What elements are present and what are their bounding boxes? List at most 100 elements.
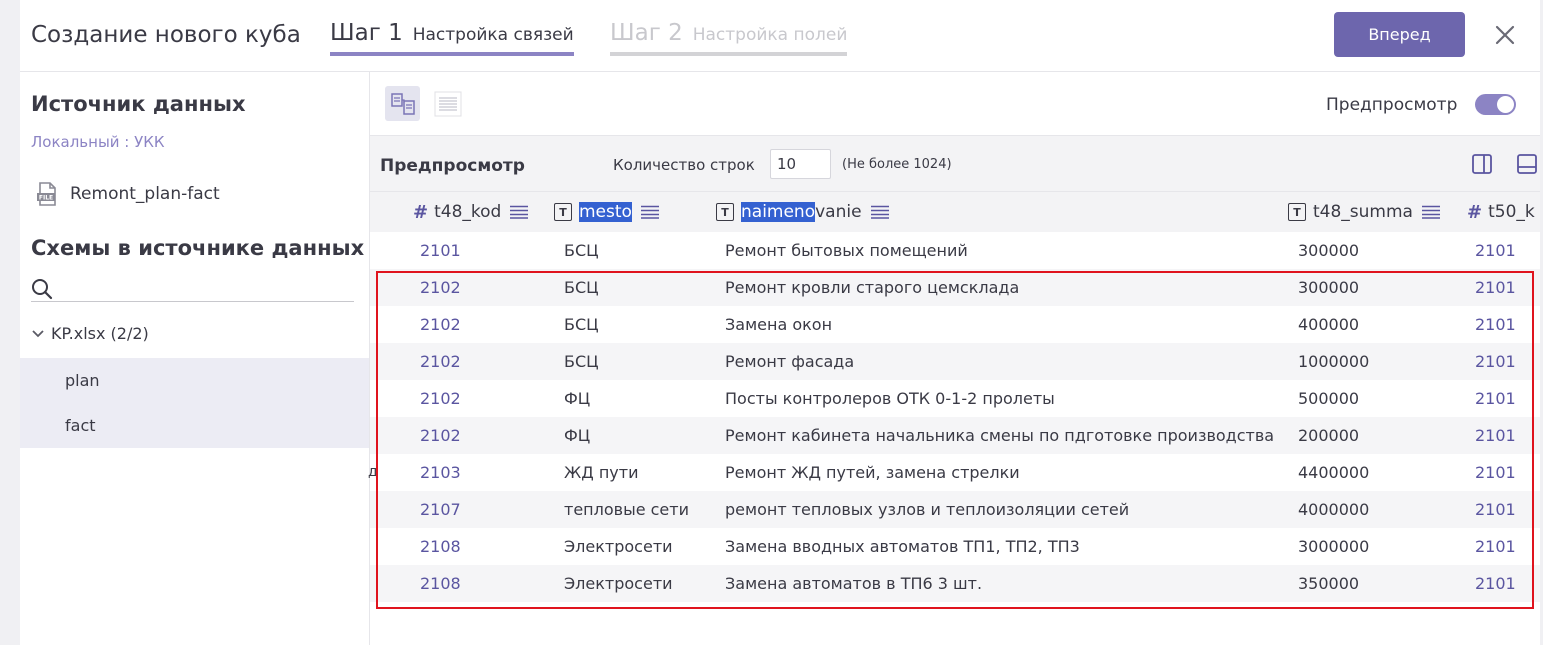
table-cell: 2101 bbox=[1475, 426, 1516, 445]
table-row[interactable]: 2101 БСЦ Ремонт бытовых помещений 300000 210… bbox=[370, 232, 1540, 269]
column-menu-icon[interactable] bbox=[640, 205, 660, 219]
step-1-tab[interactable]: Шаг 1 Настройка связей bbox=[330, 20, 574, 56]
table-cell: Замена вводных автоматов ТП1, ТП2, ТП3 bbox=[725, 537, 1080, 556]
data-source-subtitle[interactable]: Локальный : УКК bbox=[31, 133, 165, 151]
column-name-rest: vanie bbox=[815, 202, 862, 222]
table-cell: Ремонт кабинета начальника смены по пдго… bbox=[725, 426, 1275, 445]
tree-item-fact[interactable]: fact bbox=[20, 403, 369, 448]
column-header-t48-kod[interactable]: # t48_kod bbox=[413, 192, 529, 232]
tree-root-kp-xlsx[interactable]: KP.xlsx (2/2) bbox=[31, 324, 149, 343]
table-cell: Замена окон bbox=[725, 315, 833, 334]
close-icon[interactable] bbox=[1492, 22, 1518, 48]
text-type-icon: T bbox=[554, 203, 572, 221]
column-header-mesto[interactable]: T mesto bbox=[554, 192, 660, 232]
table-cell: 2101 bbox=[420, 241, 461, 260]
column-menu-icon[interactable] bbox=[509, 205, 529, 219]
table-cell: 3000000 bbox=[1298, 537, 1370, 556]
step-2-label: Настройка полей bbox=[692, 25, 848, 45]
table-cell: 300000 bbox=[1298, 278, 1360, 297]
table-cell: 2101 bbox=[1475, 463, 1516, 482]
table-row[interactable]: 2107 тепловые сети ремонт тепловых узлов и… bbox=[370, 491, 1540, 528]
table-cell: Замена автоматов в ТП6 3 шт. bbox=[725, 574, 983, 593]
table-cell: 2102 bbox=[420, 389, 461, 408]
table-cell: 200000 bbox=[1298, 426, 1360, 445]
table-header: # t48_kod T mesto T naimeno vanie T t48_s… bbox=[370, 192, 1540, 232]
table-cell: Посты контролеров ОТК 0-1-2 пролеты bbox=[725, 389, 1055, 408]
preview-bar: Предпросмотр Количество строк (Не более … bbox=[370, 136, 1540, 192]
file-icon: FILE bbox=[37, 182, 56, 206]
text-type-icon: T bbox=[1288, 203, 1306, 221]
column-header-naimenovanie[interactable]: T naimeno vanie bbox=[716, 192, 890, 232]
table-cell: Ремонт ЖД путей, замена стрелки bbox=[725, 463, 1020, 482]
table-row[interactable]: 2102 БСЦ Ремонт кровли старого цемсклада 30… bbox=[370, 269, 1540, 306]
table-row[interactable]: 2102 БСЦ Замена окон 400000 2101 bbox=[370, 306, 1540, 343]
table-row[interactable]: 2103 ЖД пути Ремонт ЖД путей, замена стрел… bbox=[370, 454, 1540, 491]
rows-count-label: Количество строк bbox=[613, 156, 755, 174]
step-2-number: Шаг 2 bbox=[610, 20, 683, 46]
tree-item-label: plan bbox=[65, 371, 100, 390]
tree-item-label: fact bbox=[65, 416, 96, 435]
preview-toggle[interactable] bbox=[1475, 94, 1516, 115]
table-row[interactable]: 2102 БСЦ Ремонт фасада 1000000 2101 bbox=[370, 343, 1540, 380]
tree-root-label: KP.xlsx (2/2) bbox=[51, 324, 149, 343]
data-source-heading: Источник данных bbox=[31, 92, 246, 116]
table-cell: 4000000 bbox=[1298, 500, 1370, 519]
table-cell: 1000000 bbox=[1298, 352, 1370, 371]
table-row[interactable]: 2102 ФЦ Ремонт кабинета начальника смены п… bbox=[370, 417, 1540, 454]
preview-toggle-label: Предпросмотр bbox=[1326, 95, 1458, 115]
table-cell: Электросети bbox=[564, 574, 673, 593]
schema-search-input[interactable] bbox=[31, 276, 354, 302]
table-cell: ФЦ bbox=[564, 426, 591, 445]
schemas-heading: Схемы в источнике данных bbox=[31, 236, 365, 260]
number-type-icon: # bbox=[1467, 201, 1483, 223]
number-type-icon: # bbox=[413, 201, 429, 223]
column-header-t50-k[interactable]: # t50_k bbox=[1467, 192, 1535, 232]
source-file-name: Remont_plan-fact bbox=[70, 184, 220, 204]
text-type-icon: T bbox=[716, 203, 734, 221]
table-cell: Ремонт бытовых помещений bbox=[725, 241, 968, 260]
column-menu-icon[interactable] bbox=[870, 205, 890, 219]
table-cell: БСЦ bbox=[564, 241, 599, 260]
dialog-header: Создание нового куба Шаг 1 Настройка связ… bbox=[20, 0, 1540, 72]
column-name: t48_kod bbox=[434, 202, 502, 222]
table-cell: 2101 bbox=[1475, 278, 1516, 297]
table-cell: Ремонт кровли старого цемсклада bbox=[725, 278, 1020, 297]
table-cell: 400000 bbox=[1298, 315, 1360, 334]
table-cell: 2101 bbox=[1475, 500, 1516, 519]
table-cell: 2108 bbox=[420, 574, 461, 593]
table-cell: БСЦ bbox=[564, 352, 599, 371]
tree-item-plan[interactable]: plan bbox=[20, 358, 369, 403]
table-cell: 2101 bbox=[1475, 315, 1516, 334]
column-menu-icon[interactable] bbox=[1421, 205, 1441, 219]
view-toolbar: Предпросмотр bbox=[370, 72, 1540, 136]
table-cell: Ремонт фасада bbox=[725, 352, 855, 371]
source-file[interactable]: FILE Remont_plan-fact bbox=[36, 182, 220, 206]
step-2-tab[interactable]: Шаг 2 Настройка полей bbox=[610, 20, 848, 56]
table-cell: 2101 bbox=[1475, 352, 1516, 371]
table-cell: 2102 bbox=[420, 315, 461, 334]
table-row[interactable]: 2108 Электросети Замена автоматов в ТП6 3 … bbox=[370, 565, 1540, 602]
rows-count-input[interactable] bbox=[770, 149, 831, 179]
split-horizontal-icon[interactable] bbox=[1516, 153, 1538, 175]
main-panel: Предпросмотр Предпросмотр Количество стр… bbox=[370, 72, 1540, 645]
table-row[interactable]: 2108 Электросети Замена вводных автоматов … bbox=[370, 528, 1540, 565]
table-cell: Электросети bbox=[564, 537, 673, 556]
dialog-title: Создание нового куба bbox=[31, 22, 301, 48]
next-button[interactable]: Вперед bbox=[1334, 12, 1465, 57]
table-row[interactable]: 2102 ФЦ Посты контролеров ОТК 0-1-2 пролет… bbox=[370, 380, 1540, 417]
table-cell: ФЦ bbox=[564, 389, 591, 408]
diagram-view-button[interactable] bbox=[385, 86, 420, 121]
table-cell: 350000 bbox=[1298, 574, 1360, 593]
table-cell: 2107 bbox=[420, 500, 461, 519]
column-name: t48_summa bbox=[1313, 202, 1413, 222]
column-name-match: mesto bbox=[579, 202, 632, 222]
table-cell: 2101 bbox=[1475, 241, 1516, 260]
list-view-button[interactable] bbox=[430, 86, 465, 121]
table-cell: 4400000 bbox=[1298, 463, 1370, 482]
diagram-icon bbox=[390, 92, 415, 115]
split-vertical-icon[interactable] bbox=[1471, 153, 1493, 175]
list-icon bbox=[434, 91, 461, 116]
table-cell: тепловые сети bbox=[564, 500, 689, 519]
table-cell: 2101 bbox=[1475, 574, 1516, 593]
column-header-t48-summa[interactable]: T t48_summa bbox=[1288, 192, 1441, 232]
